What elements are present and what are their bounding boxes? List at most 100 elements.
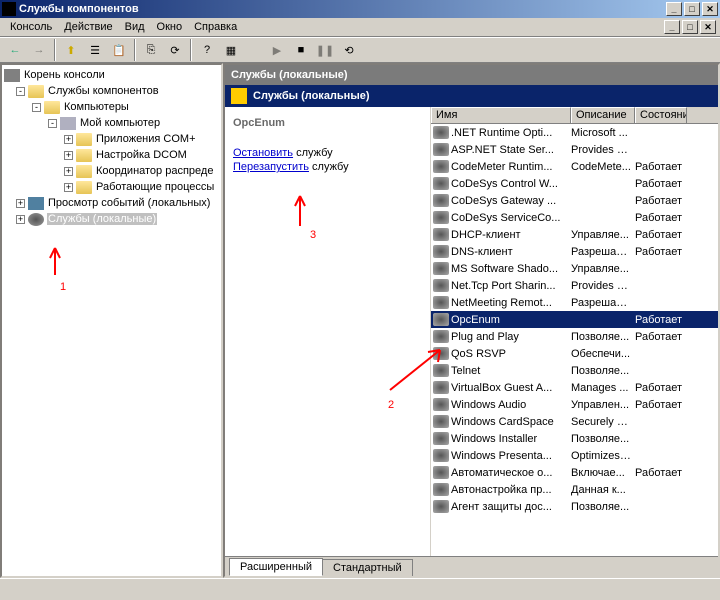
- props-button[interactable]: 📋: [108, 39, 130, 61]
- col-state[interactable]: Состояни: [635, 107, 687, 123]
- stop-icon: ■: [298, 44, 305, 56]
- window-buttons: _ □ ✕: [666, 2, 718, 16]
- maximize-button[interactable]: □: [684, 2, 700, 16]
- gear-icon: [433, 194, 449, 207]
- list-icon: ☰: [90, 44, 100, 57]
- restart-link[interactable]: Перезапустить: [233, 161, 309, 173]
- back-button[interactable]: ←: [4, 39, 26, 61]
- tree-coord[interactable]: +Координатор распреде: [4, 163, 219, 179]
- expand-icon[interactable]: +: [64, 167, 73, 176]
- action-button[interactable]: ▦: [220, 39, 242, 61]
- col-desc[interactable]: Описание: [571, 107, 635, 123]
- export-button[interactable]: ⎘: [140, 39, 162, 61]
- tab-extended[interactable]: Расширенный: [229, 558, 323, 576]
- minimize-button[interactable]: _: [666, 2, 682, 16]
- service-row[interactable]: NetMeeting Remot... Разрешае...: [431, 294, 718, 311]
- mdi-close-button[interactable]: ✕: [700, 20, 716, 34]
- expand-icon[interactable]: +: [64, 183, 73, 192]
- menu-view[interactable]: Вид: [119, 19, 151, 35]
- service-row[interactable]: Автоматическое о... Включае... Работает: [431, 464, 718, 481]
- collapse-icon[interactable]: -: [16, 87, 25, 96]
- service-row[interactable]: ASP.NET State Ser... Provides s...: [431, 141, 718, 158]
- pause-button[interactable]: ❚❚: [314, 39, 336, 61]
- service-name: Telnet: [451, 365, 571, 377]
- services-icon: [231, 88, 247, 104]
- gear-icon: [433, 279, 449, 292]
- tree-services[interactable]: +Службы (локальные): [4, 211, 219, 227]
- service-row[interactable]: Telnet Позволяе...: [431, 362, 718, 379]
- header-title: Службы (локальные): [231, 69, 348, 81]
- forward-button[interactable]: →: [28, 39, 50, 61]
- help-button[interactable]: ?: [196, 39, 218, 61]
- service-row[interactable]: DHCP-клиент Управляе... Работает: [431, 226, 718, 243]
- expand-icon[interactable]: +: [16, 215, 25, 224]
- collapse-icon[interactable]: -: [32, 103, 41, 112]
- service-row[interactable]: Windows CardSpace Securely e...: [431, 413, 718, 430]
- tree-dcom[interactable]: +Настройка DCOM: [4, 147, 219, 163]
- export-icon: ⎘: [147, 44, 156, 57]
- refresh-button[interactable]: ⟳: [164, 39, 186, 61]
- tab-standard[interactable]: Стандартный: [322, 559, 413, 576]
- service-row[interactable]: Net.Tcp Port Sharin... Provides a...: [431, 277, 718, 294]
- status-bar: [0, 578, 720, 598]
- service-row[interactable]: Plug and Play Позволяе... Работает: [431, 328, 718, 345]
- restart-icon: ⟲: [344, 44, 353, 57]
- detail-area: OpcEnum Остановить службу Перезапустить …: [225, 107, 718, 556]
- mdi-buttons: _ □ ✕: [664, 20, 716, 34]
- play-button[interactable]: ▶: [266, 39, 288, 61]
- service-row[interactable]: Автонастройка пр... Данная к...: [431, 481, 718, 498]
- service-state: Работает: [635, 467, 687, 479]
- service-row[interactable]: CoDeSys ServiceCo... Работает: [431, 209, 718, 226]
- menu-window[interactable]: Окно: [151, 19, 189, 35]
- collapse-icon[interactable]: -: [48, 119, 57, 128]
- tree-mycomputer[interactable]: -Мой компьютер: [4, 115, 219, 131]
- tree-compsvc[interactable]: -Службы компонентов: [4, 83, 219, 99]
- restart-button[interactable]: ⟲: [338, 39, 360, 61]
- service-state: Работает: [635, 314, 687, 326]
- service-name: VirtualBox Guest A...: [451, 382, 571, 394]
- service-row[interactable]: DNS-клиент Разрешае... Работает: [431, 243, 718, 260]
- menu-action[interactable]: Действие: [58, 19, 118, 35]
- folder-icon: [76, 181, 92, 194]
- service-row[interactable]: CoDeSys Gateway ... Работает: [431, 192, 718, 209]
- gear-icon: [433, 381, 449, 394]
- up-button[interactable]: ⬆: [60, 39, 82, 61]
- gear-icon: [433, 160, 449, 173]
- title-bar: Службы компонентов _ □ ✕: [0, 0, 720, 18]
- close-button[interactable]: ✕: [702, 2, 718, 16]
- gear-icon: [433, 466, 449, 479]
- service-row[interactable]: CoDeSys Control W... Работает: [431, 175, 718, 192]
- expand-icon[interactable]: +: [64, 135, 73, 144]
- mdi-minimize-button[interactable]: _: [664, 20, 680, 34]
- service-row[interactable]: QoS RSVP Обеспечи...: [431, 345, 718, 362]
- tree-computers[interactable]: -Компьютеры: [4, 99, 219, 115]
- service-name: Windows Presenta...: [451, 450, 571, 462]
- expand-icon[interactable]: +: [64, 151, 73, 160]
- view-button[interactable]: ☰: [84, 39, 106, 61]
- tree-root[interactable]: Корень консоли: [4, 67, 219, 83]
- service-row[interactable]: CodeMeter Runtim... CodeMete... Работает: [431, 158, 718, 175]
- service-row[interactable]: MS Software Shado... Управляе...: [431, 260, 718, 277]
- stop-button[interactable]: ■: [290, 39, 312, 61]
- service-row[interactable]: VirtualBox Guest A... Manages ... Работа…: [431, 379, 718, 396]
- refresh-icon: ⟳: [170, 44, 179, 57]
- expand-icon[interactable]: +: [16, 199, 25, 208]
- menu-console[interactable]: Консоль: [4, 19, 58, 35]
- menu-help[interactable]: Справка: [188, 19, 243, 35]
- stop-link[interactable]: Остановить: [233, 147, 293, 159]
- right-pane: Службы (локальные) Службы (локальные) Op…: [223, 63, 720, 578]
- tree-eventlog[interactable]: +Просмотр событий (локальных): [4, 195, 219, 211]
- col-name[interactable]: Имя: [431, 107, 571, 123]
- mdi-restore-button[interactable]: □: [682, 20, 698, 34]
- gear-icon: [433, 126, 449, 139]
- service-row[interactable]: Windows Presenta... Optimizes ...: [431, 447, 718, 464]
- tree-procs[interactable]: +Работающие процессы: [4, 179, 219, 195]
- service-row[interactable]: Агент защиты дос... Позволяе...: [431, 498, 718, 515]
- service-desc: Позволяе...: [571, 365, 635, 377]
- service-row[interactable]: Windows Audio Управлен... Работает: [431, 396, 718, 413]
- service-row[interactable]: .NET Runtime Opti... Microsoft ...: [431, 124, 718, 141]
- tree-complus[interactable]: +Приложения COM+: [4, 131, 219, 147]
- service-row[interactable]: OpcEnum Работает: [431, 311, 718, 328]
- service-row[interactable]: Windows Installer Позволяе...: [431, 430, 718, 447]
- restart-line: Перезапустить службу: [233, 161, 422, 173]
